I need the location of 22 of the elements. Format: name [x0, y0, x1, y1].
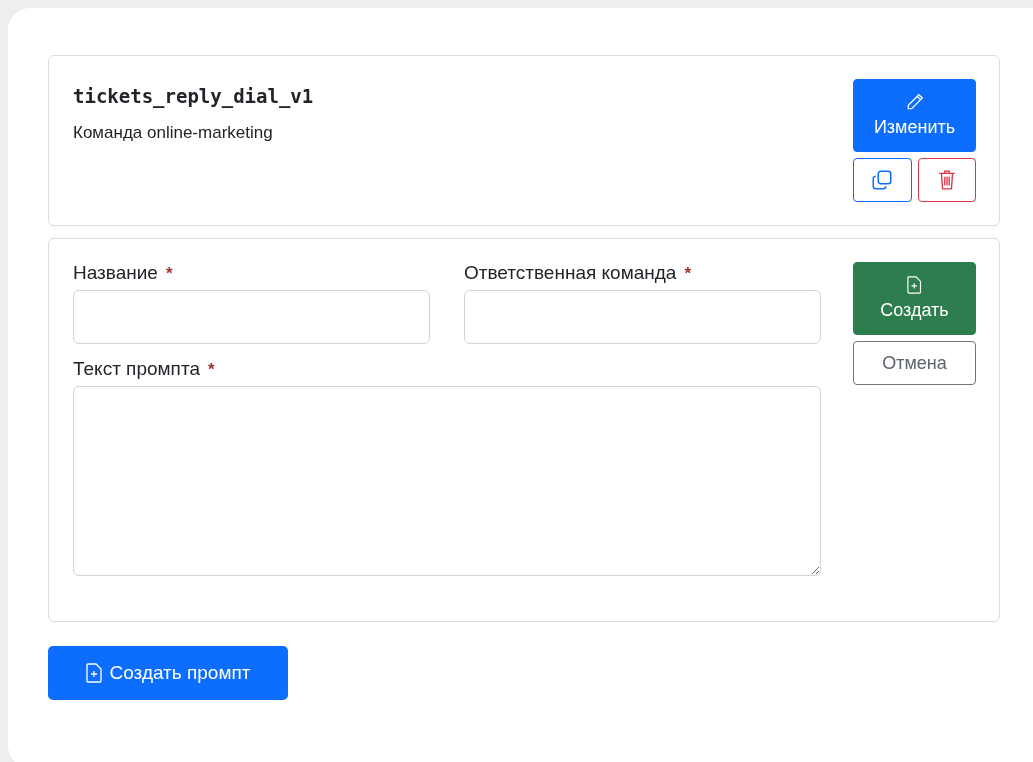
cancel-button[interactable]: Отмена	[853, 341, 976, 385]
prompt-title: tickets_reply_dial_v1	[73, 85, 314, 107]
create-button[interactable]: Создать	[853, 262, 976, 335]
field-label: Текст промпта	[73, 358, 200, 380]
prompt-text-field[interactable]	[73, 386, 821, 576]
field-label: Название	[73, 262, 158, 284]
required-mark: *	[207, 360, 215, 380]
file-plus-icon	[907, 276, 922, 294]
field-label: Ответственная команда	[464, 262, 677, 284]
delete-button[interactable]	[917, 158, 976, 202]
copy-button[interactable]	[853, 158, 912, 202]
input-field[interactable]	[73, 290, 430, 344]
required-mark: *	[165, 264, 173, 284]
required-mark: *	[684, 264, 692, 284]
edit-button[interactable]: Изменить	[853, 79, 976, 152]
input-field[interactable]	[464, 290, 821, 344]
pencil-icon	[905, 93, 924, 111]
copy-icon	[872, 170, 893, 190]
create-prompt-button[interactable]: Создать промпт	[48, 646, 288, 700]
file-plus-icon	[85, 663, 102, 683]
team-text: Команда online-marketing	[73, 123, 274, 143]
trash-icon	[937, 170, 956, 190]
